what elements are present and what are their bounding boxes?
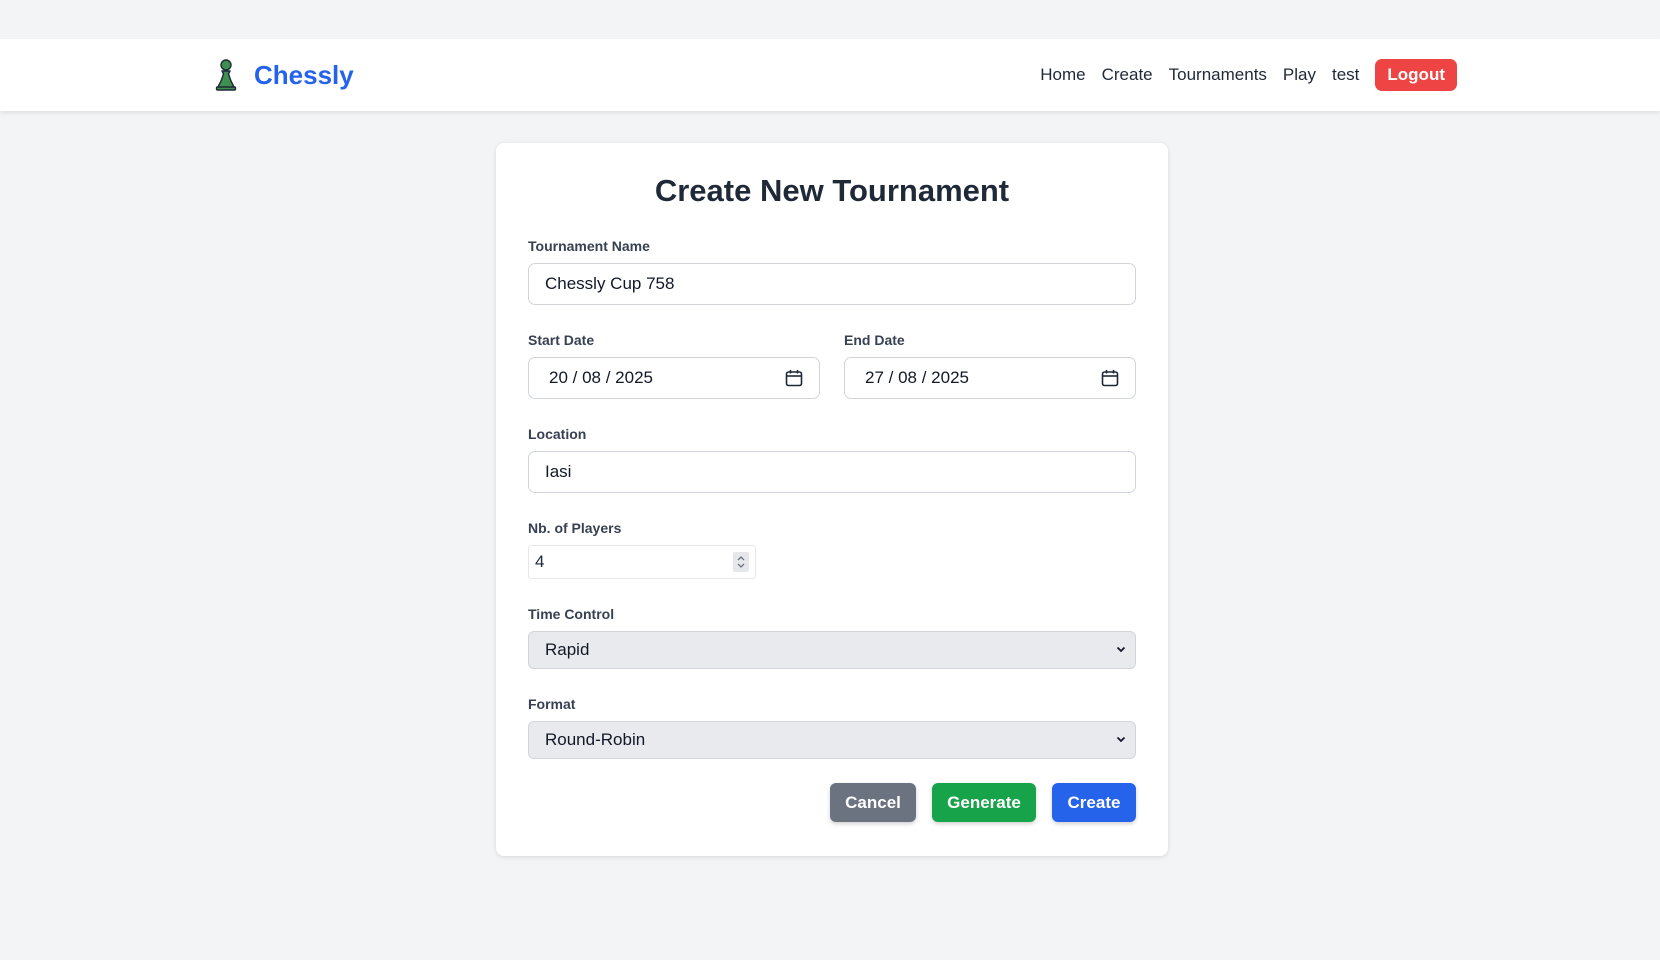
spinner-icon[interactable] (733, 552, 749, 572)
chevron-down-icon (1115, 730, 1127, 750)
cancel-button[interactable]: Cancel (830, 783, 916, 822)
nav-create[interactable]: Create (1102, 65, 1153, 85)
location-value: Iasi (545, 462, 572, 481)
start-date-value: 20 / 08 / 2025 (549, 368, 653, 387)
players-value: 4 (535, 552, 545, 571)
nav-tournaments[interactable]: Tournaments (1169, 65, 1267, 85)
start-date-label: Start Date (528, 332, 595, 348)
start-date-input[interactable]: 20 / 08 / 2025 (528, 357, 820, 399)
create-button[interactable]: Create (1052, 783, 1136, 822)
top-navbar: Chessly Home Create Tournaments Play tes… (0, 39, 1660, 111)
end-date-input[interactable]: 27 / 08 / 2025 (844, 357, 1136, 399)
end-date-value: 27 / 08 / 2025 (865, 368, 969, 387)
tournament-name-label: Tournament Name (528, 238, 650, 254)
nav-home[interactable]: Home (1040, 65, 1085, 85)
players-label: Nb. of Players (528, 520, 622, 536)
location-input[interactable]: Iasi (528, 451, 1136, 493)
format-label: Format (528, 696, 576, 712)
time-control-value: Rapid (545, 640, 590, 659)
brand[interactable]: Chessly (214, 57, 354, 93)
calendar-icon[interactable] (785, 369, 803, 387)
format-value: Round-Robin (545, 730, 646, 749)
format-select[interactable]: Round-Robin (528, 721, 1136, 759)
players-stepper[interactable]: 4 (528, 545, 756, 579)
calendar-icon[interactable] (1101, 369, 1119, 387)
generate-button[interactable]: Generate (932, 783, 1036, 822)
logout-button[interactable]: Logout (1375, 59, 1457, 91)
brand-name: Chessly (254, 59, 354, 90)
time-control-label: Time Control (528, 606, 615, 622)
main-nav: Home Create Tournaments Play test Logout (1040, 59, 1457, 91)
create-tournament-card: Create New Tournament Tournament Name Ch… (496, 143, 1168, 856)
chevron-down-icon (1115, 640, 1127, 660)
page-title: Create New Tournament (654, 173, 1010, 208)
tournament-name-value: Chessly Cup 758 (545, 274, 675, 293)
location-label: Location (528, 426, 587, 442)
end-date-label: End Date (844, 332, 905, 348)
nav-play[interactable]: Play (1283, 65, 1316, 85)
tournament-name-input[interactable]: Chessly Cup 758 (528, 263, 1136, 305)
pawn-icon (214, 59, 238, 91)
time-control-select[interactable]: Rapid (528, 631, 1136, 669)
nav-username[interactable]: test (1332, 65, 1359, 85)
